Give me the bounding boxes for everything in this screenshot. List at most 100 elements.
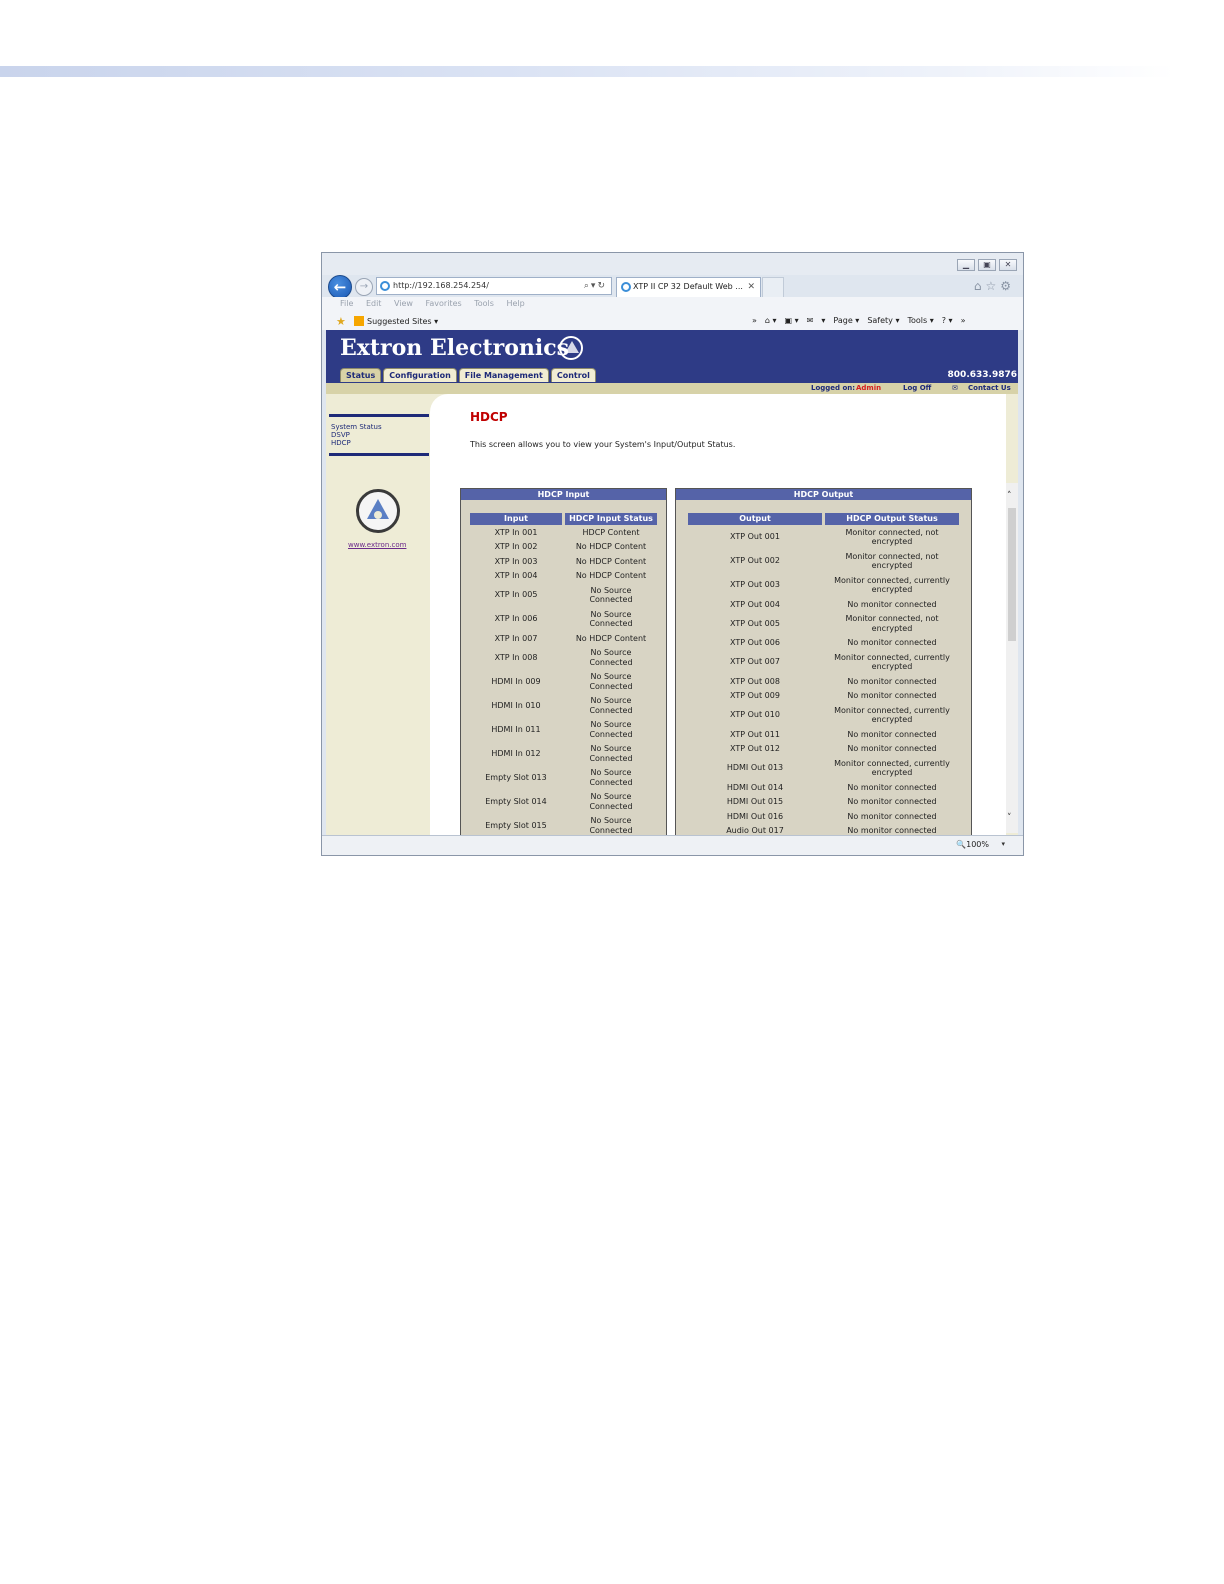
output-name: XTP Out 012 [730,744,780,753]
tab-status[interactable]: Status [340,368,382,382]
tab-control[interactable]: Control [550,368,596,382]
input-status: No Source Connected [589,609,633,629]
input-status: No HDCP Content [575,556,647,566]
table-row: XTP Out 006 No monitor connected [688,636,959,651]
table-row: HDMI Out 015 No monitor connected [688,795,959,810]
table-row: XTP In 008 No Source Connected [470,646,657,670]
restore-button[interactable]: ▣ [978,259,996,271]
phone-number: 800.633.9876 [947,370,1017,380]
hdcp-output-title: HDCP Output [676,489,971,500]
input-status: HDCP Content [582,527,640,537]
home-star-gear-icons[interactable]: ⌂☆⚙ [974,279,1015,293]
table-row: XTP Out 011 No monitor connected [688,727,959,742]
column-header-output-status: HDCP Output Status [825,513,959,525]
scroll-down-icon[interactable]: ˅ [1007,813,1012,823]
sidebar-item-system-status[interactable]: System Status [331,423,427,431]
tab-file-management[interactable]: File Management [458,368,549,382]
output-status: No monitor connected [847,811,937,821]
input-status: No Source Connected [589,816,633,835]
input-name: XTP In 008 [494,652,538,662]
extron-website-link[interactable]: www.extron.com [348,541,406,549]
table-row: XTP In 001 HDCP Content [470,525,657,540]
input-name: HDMI In 012 [491,748,541,758]
contact-us-link[interactable]: Contact Us [968,384,1011,392]
navigation-bar: ← → http://192.168.254.254/ ⌕▾↻ XTP II C… [322,275,1023,299]
output-status: No monitor connected [847,826,937,835]
browser-tab[interactable]: XTP II CP 32 Default Web ... ✕ [616,277,761,297]
table-row: HDMI Out 016 No monitor connected [688,809,959,824]
output-name: XTP Out 007 [730,657,780,667]
new-tab-button[interactable] [762,277,784,297]
column-header-output: Output [688,513,822,525]
tab-configuration[interactable]: Configuration [383,368,457,382]
output-status: No monitor connected [847,599,937,609]
tab-close-icon[interactable]: ✕ [747,278,755,296]
menu-help[interactable]: Help [506,299,524,308]
table-header: Output HDCP Output Status [688,513,959,525]
output-name: XTP Out 008 [730,676,780,686]
input-status: No Source Connected [589,744,633,763]
output-name: XTP Out 001 [730,532,780,542]
table-row: Empty Slot 014 No Source Connected [470,790,657,814]
home-icon[interactable]: ⌂ ▾ [765,313,777,328]
output-name: HDMI Out 015 [726,797,784,806]
table-row: XTP Out 007 Monitor connected, currently … [688,650,959,674]
output-status: Monitor connected, not encrypted [845,527,939,547]
log-off-link[interactable]: Log Off [903,384,931,392]
menu-view[interactable]: View [394,299,413,308]
table-row: XTP Out 001 Monitor connected, not encryp… [688,525,959,549]
menu-favorites[interactable]: Favorites [426,299,462,308]
input-status: No Source Connected [589,585,633,605]
zoom-dropdown-icon[interactable]: ▾ [1001,840,1005,848]
input-name: HDMI In 009 [491,676,541,686]
page-menu[interactable]: Page ▾ [833,313,859,328]
output-status: No monitor connected [847,729,937,739]
tools-menu[interactable]: Tools ▾ [907,313,933,328]
ie-logo-icon [380,281,390,291]
input-status: No Source Connected [589,792,633,811]
back-arrow-icon[interactable]: ← [328,275,352,299]
bing-icon [354,316,364,326]
scroll-up-icon[interactable]: ˄ [1007,491,1012,501]
input-status: No HDCP Content [575,633,647,643]
table-header: Input HDCP Input Status [470,513,657,525]
table-row: XTP Out 009 No monitor connected [688,689,959,704]
output-status: No monitor connected [847,638,937,647]
help-icon[interactable]: ? ▾ [942,313,953,328]
sidebar-item-hdcp[interactable]: HDCP [331,439,427,447]
table-row: XTP In 006 No Source Connected [470,607,657,631]
output-status: Monitor connected, not encrypted [845,614,939,633]
vertical-scrollbar[interactable]: ˄ ˅ [1006,483,1018,833]
minimize-button[interactable]: ▁ [957,259,975,271]
sidebar-item-dsvp[interactable]: DSVP [331,431,427,439]
extron-symbol-icon [559,336,583,360]
input-status: No Source Connected [589,648,633,667]
browser-window: ▁ ▣ ✕ ← → http://192.168.254.254/ ⌕▾↻ XT… [321,252,1024,856]
page-header-rule [0,66,1175,77]
mail-icon: ✉ [952,384,958,392]
mail-icon[interactable]: ✉ [807,313,814,328]
menu-edit[interactable]: Edit [366,299,382,308]
safety-menu[interactable]: Safety ▾ [867,313,899,328]
table-row: HDMI In 010 No Source Connected [470,694,657,718]
table-row: XTP In 004 No HDCP Content [470,569,657,584]
output-name: HDMI Out 013 [726,763,784,773]
scroll-thumb[interactable] [1008,508,1016,641]
favorites-star-icon[interactable]: ★ [336,314,346,329]
feeds-icon[interactable]: ▣ ▾ [785,313,799,328]
close-button[interactable]: ✕ [999,259,1017,271]
menu-file[interactable]: File [340,299,353,308]
output-status: No monitor connected [847,782,937,792]
address-bar[interactable]: http://192.168.254.254/ ⌕▾↻ [376,277,612,295]
search-refresh-icons[interactable]: ⌕▾↻ [584,278,607,294]
suggested-sites-link[interactable]: Suggested Sites ▾ [367,314,438,329]
table-row: XTP Out 004 No monitor connected [688,597,959,612]
ie-logo-icon [621,282,631,292]
chevron-icon[interactable]: » [961,313,966,328]
print-icon[interactable]: ▾ [821,313,825,328]
zoom-level[interactable]: 🔍100% [956,840,989,849]
menu-tools[interactable]: Tools [474,299,494,308]
chevron-icon[interactable]: » [752,313,757,328]
forward-arrow-icon[interactable]: → [355,278,373,296]
logged-on-user: Admin [856,384,882,392]
